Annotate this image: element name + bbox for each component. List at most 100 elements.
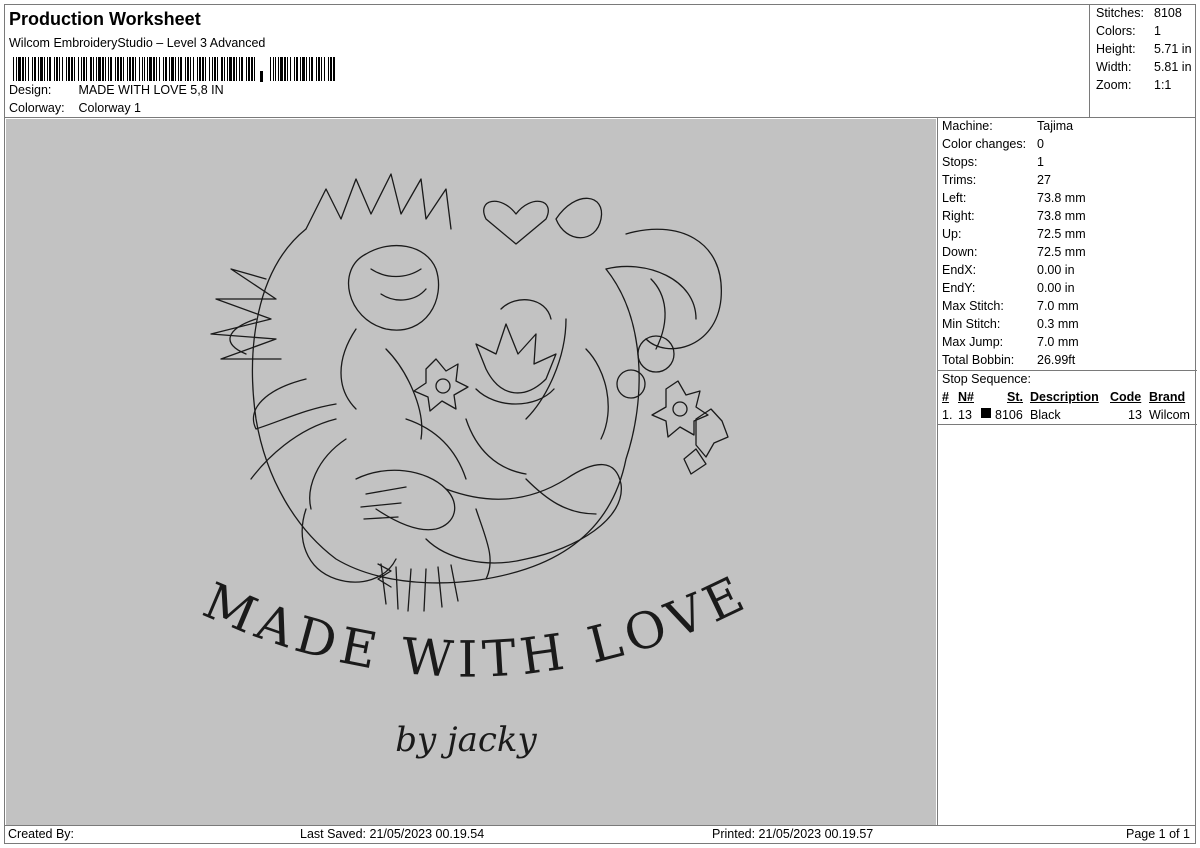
- barcode-bar: [333, 57, 335, 81]
- spec-value: 73.8 mm: [1037, 209, 1086, 223]
- barcode-bar: [40, 57, 43, 81]
- barcode-bar: [251, 57, 253, 81]
- barcode-bar: [129, 57, 131, 81]
- spec-label: Color changes:: [942, 137, 1027, 151]
- summary-width: Width: 5.81 in: [1096, 60, 1192, 74]
- barcode-bar: [273, 57, 274, 81]
- barcode-bar: [28, 57, 29, 81]
- barcode-bar: [81, 57, 82, 81]
- design-value: MADE WITH LOVE 5,8 IN: [78, 83, 224, 97]
- barcode-bar: [233, 57, 235, 81]
- barcode-bar: [96, 57, 97, 81]
- barcode-bar: [144, 57, 145, 81]
- barcode-bar: [178, 57, 179, 81]
- barcode-bar: [270, 57, 271, 81]
- spec-trims: Trims: 27: [942, 173, 1051, 187]
- barcode-bar: [86, 57, 87, 81]
- summary-label: Height:: [1096, 42, 1136, 56]
- barcode-bar: [59, 57, 60, 81]
- barcode-bar: [105, 57, 106, 81]
- barcode-bar: [68, 57, 70, 81]
- barcode-bar: [328, 57, 329, 81]
- spec-label: Down:: [942, 245, 978, 259]
- spec-down: Down: 72.5 mm: [942, 245, 1086, 259]
- barcode-bar: [324, 57, 325, 81]
- barcode-bar: [287, 57, 288, 81]
- barcode-bar: [309, 57, 310, 81]
- stop-table-bottom-border: [938, 424, 1197, 425]
- barcode-bar: [25, 57, 26, 81]
- barcode-bar: [135, 57, 136, 81]
- worksheet-header: Production Worksheet Wilcom EmbroiderySt…: [5, 5, 1088, 117]
- colorway-label: Colorway:: [9, 101, 65, 115]
- spec-value: 1: [1037, 155, 1044, 169]
- design-preview: MADE WITH LOVE by jacky: [6, 119, 936, 825]
- barcode-bar: [290, 57, 291, 81]
- barcode-bar: [98, 57, 101, 81]
- design-text-main-path: MADE WITH LOVE: [195, 563, 751, 689]
- barcode-bar: [246, 57, 247, 81]
- barcode-bar: [180, 57, 182, 81]
- software-subtitle: Wilcom EmbroideryStudio – Level 3 Advanc…: [9, 36, 266, 50]
- barcode-bar: [83, 57, 85, 81]
- page-title: Production Worksheet: [9, 9, 201, 29]
- barcode-bar: [56, 57, 58, 81]
- barcode-bar: [190, 57, 191, 81]
- barcode-bar: [47, 57, 48, 81]
- summary-height: Height: 5.71 in: [1096, 42, 1192, 56]
- barcode-bar: [199, 57, 201, 81]
- design-label: Design:: [9, 83, 52, 97]
- barcode-bar: [22, 57, 24, 81]
- stop-sequence-title: Stop Sequence:: [942, 372, 1031, 386]
- barcode-bar: [78, 57, 79, 81]
- page-number: Page 1 of 1: [1126, 827, 1190, 841]
- summary-label: Zoom:: [1096, 78, 1132, 92]
- spec-value: 72.5 mm: [1037, 227, 1086, 241]
- barcode-bar: [127, 57, 128, 81]
- col-header-stitches: St.: [1007, 390, 1023, 404]
- col-header-description: Description: [1030, 390, 1099, 404]
- spec-label: Up:: [942, 227, 962, 241]
- last-saved: Last Saved: 21/05/2023 00.19.54: [300, 827, 485, 841]
- spec-up: Up: 72.5 mm: [942, 227, 1086, 241]
- barcode-bar: [236, 57, 237, 81]
- barcode-bar: [110, 57, 112, 81]
- barcode-bar: [217, 57, 218, 81]
- spec-max-stitch: Max Stitch: 7.0 mm: [942, 299, 1079, 313]
- barcode-bar: [316, 57, 317, 81]
- summary-value: 5.71 in: [1154, 42, 1192, 56]
- col-header-brand: Brand: [1149, 390, 1186, 404]
- barcode-bar: [34, 57, 36, 81]
- barcode-bar: [229, 57, 232, 81]
- col-header-index: #: [942, 390, 949, 404]
- stop-row-index: 1.: [942, 408, 953, 422]
- barcode-bar: [62, 57, 63, 81]
- barcode-bar: [139, 57, 140, 81]
- spec-max-jump: Max Jump: 7.0 mm: [942, 335, 1079, 349]
- barcode-separator: [260, 71, 263, 82]
- summary-value: 1:1: [1154, 78, 1172, 92]
- stop-row-description: Black: [1030, 408, 1061, 422]
- stop-row-stitches: 8106: [995, 408, 1023, 422]
- spec-value: 72.5 mm: [1037, 245, 1086, 259]
- barcode-bar: [163, 57, 164, 81]
- barcode: [13, 57, 335, 82]
- barcode-bar: [294, 57, 295, 81]
- spec-label: EndX:: [942, 263, 977, 277]
- spec-min-stitch: Min Stitch: 0.3 mm: [942, 317, 1079, 331]
- barcode-bar: [74, 57, 75, 81]
- spec-value: 0.00 in: [1037, 281, 1075, 295]
- spec-label: Stops:: [942, 155, 978, 169]
- barcode-bar: [280, 57, 283, 81]
- created-by: Created By:: [8, 827, 75, 841]
- worksheet-footer: Created By: Last Saved: 21/05/2023 00.19…: [5, 825, 1196, 845]
- barcode-bar: [284, 57, 286, 81]
- barcode-bar: [123, 57, 124, 81]
- barcode-bar: [38, 57, 39, 81]
- barcode-bar: [311, 57, 313, 81]
- barcode-bar: [275, 57, 276, 81]
- summary-value: 8108: [1154, 6, 1182, 20]
- barcode-bar: [165, 57, 167, 81]
- stop-row-code: 13: [1128, 408, 1142, 422]
- spec-value: 26.99ft: [1037, 353, 1076, 367]
